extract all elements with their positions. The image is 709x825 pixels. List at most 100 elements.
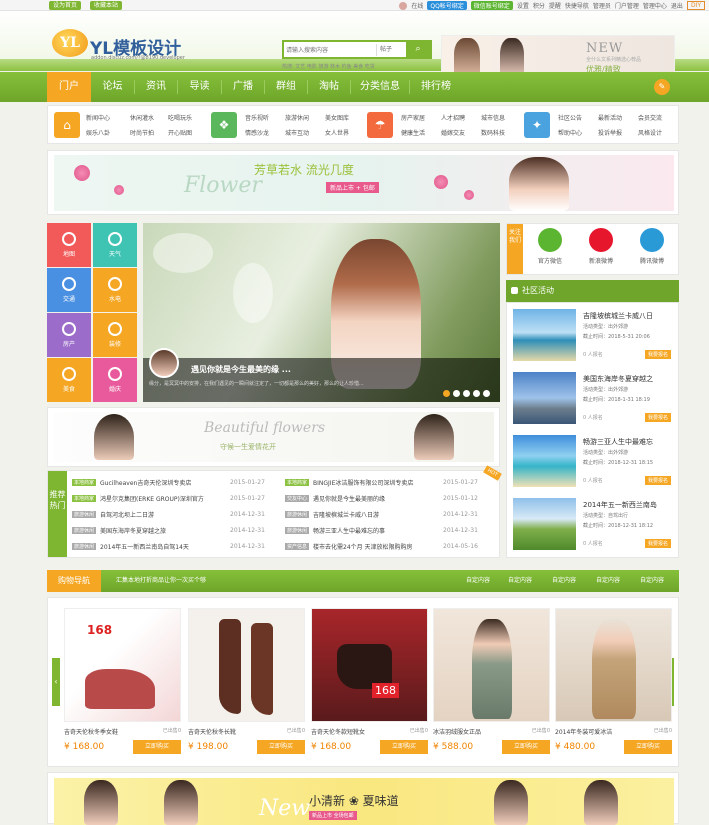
home-icon[interactable]: ⌂ bbox=[54, 112, 80, 138]
wechat-bind-button[interactable]: 微信账号绑定 bbox=[470, 1, 513, 10]
qq-bind-button[interactable]: QQ帐号绑定 bbox=[427, 1, 467, 10]
register-button[interactable]: 我要报名 bbox=[645, 413, 672, 422]
news-title[interactable]: Gucilheaven吉奇天伦深圳专卖店 bbox=[100, 478, 225, 487]
nav-item-rankings[interactable]: 排行榜 bbox=[410, 72, 462, 102]
category-link[interactable]: 最新活动 bbox=[598, 113, 622, 122]
category-link[interactable]: 美女图库 bbox=[325, 113, 349, 122]
news-title[interactable]: 2014年五一新西兰南岛自驾14天 bbox=[100, 542, 225, 551]
edit-icon[interactable]: ✎ bbox=[654, 79, 670, 95]
buy-now-button[interactable]: 立即购买 bbox=[257, 740, 305, 754]
category-link[interactable]: 新闻中心 bbox=[86, 113, 110, 122]
activity-photo[interactable] bbox=[513, 309, 576, 361]
featured-slider[interactable]: 遇见你就是今生最美的缘 ... 缘分，是冥冥中的安排，在我们遇见的一瞬间就注定了… bbox=[143, 223, 500, 402]
news-category[interactable]: 旅游休闲 bbox=[72, 542, 97, 550]
slider-dot[interactable] bbox=[473, 390, 480, 397]
search-input[interactable] bbox=[286, 44, 371, 56]
category-link[interactable]: 休闲灌水 bbox=[130, 113, 154, 122]
news-category[interactable]: 本地商家 bbox=[72, 478, 97, 486]
slider-dot[interactable] bbox=[483, 390, 490, 397]
tile-utilities[interactable]: 水电 bbox=[93, 268, 137, 312]
category-link[interactable]: 健康生活 bbox=[401, 128, 425, 137]
hot-search-words[interactable]: 热搜: 文艺 电影 旅游 林木 钓鱼 美食 吃货 bbox=[282, 63, 375, 70]
news-row[interactable]: 本地商家 BINGJIE冰洁服饰有限公司深圳专卖店 2015-01-27 bbox=[285, 475, 478, 489]
news-row[interactable]: 旅游休闲 美国东海岸冬夏穿越之旅 2014-12-31 bbox=[72, 523, 265, 537]
category-link[interactable]: 投诉举报 bbox=[598, 128, 622, 137]
nav-item-guide[interactable]: 导读 bbox=[178, 72, 221, 102]
register-button[interactable]: 我要报名 bbox=[645, 476, 672, 485]
activity-item[interactable]: 2014年五一新西兰南岛 活动类型：自驾出行 截止时间：2018-12-31 1… bbox=[513, 498, 673, 558]
news-title[interactable]: 遇见你就是今生最美丽的缘 bbox=[313, 494, 438, 503]
activity-title[interactable]: 美国东海岸冬夏穿越之 bbox=[583, 374, 653, 384]
custom-link[interactable]: 自定内容 bbox=[596, 570, 620, 592]
category-link[interactable]: 情感沙龙 bbox=[245, 128, 269, 137]
activity-title[interactable]: 畅游三亚人生中最难忘 bbox=[583, 437, 653, 447]
news-row[interactable]: 旅游休闲 2014年五一新西兰南岛自驾14天 2014-12-31 bbox=[72, 539, 265, 553]
buy-now-button[interactable]: 立即购买 bbox=[133, 740, 181, 754]
news-row[interactable]: 旅游休闲 自驾河北坝上二日游 2014-12-31 bbox=[72, 507, 265, 521]
product-image[interactable]: 168 bbox=[311, 608, 428, 722]
activity-item[interactable]: 吉隆坡槟城兰卡威八日 活动类型：出外郊游 截止时间：2018-5-31 20:0… bbox=[513, 309, 673, 369]
news-row[interactable]: 旅游休闲 吉隆坡槟城兰卡威八日游 2014-12-31 bbox=[285, 507, 478, 521]
product-card[interactable]: 168 吉奇天伦秋冬季女鞋 已出售0 ¥ 168.00 立即购买 bbox=[64, 608, 181, 758]
activity-item[interactable]: 畅游三亚人生中最难忘 活动类型：出外郊游 截止时间：2018-12-31 18:… bbox=[513, 435, 673, 495]
product-image[interactable] bbox=[188, 608, 305, 722]
category-link[interactable]: 娱乐八卦 bbox=[86, 128, 110, 137]
news-row[interactable]: 本地商家 鸿星尔克集团(ERKE GROUP)深圳官方 2015-01-27 bbox=[72, 491, 265, 505]
product-image[interactable] bbox=[433, 608, 550, 722]
tile-wedding[interactable]: 婚庆 bbox=[93, 358, 137, 402]
buy-now-button[interactable]: 立即购买 bbox=[380, 740, 428, 754]
toolbar-link-admin-center[interactable]: 管理中心 bbox=[643, 1, 667, 10]
nav-item-classifieds[interactable]: 分类信息 bbox=[351, 72, 409, 102]
megaphone-icon[interactable]: ✦ bbox=[524, 112, 550, 138]
category-link[interactable]: 人才招聘 bbox=[441, 113, 465, 122]
user-status[interactable]: 在线 bbox=[411, 1, 423, 10]
news-title[interactable]: BINGJIE冰洁服饰有限公司深圳专卖店 bbox=[313, 478, 438, 487]
news-row[interactable]: 资产信息 楼市去化需24个月 天津放松限购购房 2014-05-16 bbox=[285, 539, 478, 553]
category-link[interactable]: 时尚节拍 bbox=[130, 128, 154, 137]
nav-item-broadcast[interactable]: 广播 bbox=[222, 72, 264, 102]
news-title[interactable]: 吉隆坡槟城兰卡威八日游 bbox=[313, 510, 438, 519]
product-name[interactable]: 冰洁羽绒服女正品 bbox=[433, 727, 513, 736]
logo-icon[interactable]: YL bbox=[52, 29, 88, 57]
custom-link[interactable]: 自定内容 bbox=[466, 570, 490, 592]
category-link[interactable]: 吃喝玩乐 bbox=[168, 113, 192, 122]
activity-photo[interactable] bbox=[513, 498, 576, 550]
product-card[interactable]: 2014年冬装可爱冰洁 已出售0 ¥ 480.00 立即购买 bbox=[555, 608, 672, 758]
user-avatar[interactable] bbox=[399, 1, 408, 10]
news-category[interactable]: 交友中心 bbox=[285, 494, 310, 502]
follow-wechat[interactable]: 官方微信 bbox=[527, 228, 573, 265]
product-name[interactable]: 2014年冬装可爱冰洁 bbox=[555, 727, 635, 736]
slider-caption-title[interactable]: 遇见你就是今生最美的缘 ... bbox=[191, 364, 291, 375]
news-title[interactable]: 楼市去化需24个月 天津放松限购购房 bbox=[313, 542, 438, 551]
news-category[interactable]: 旅游休闲 bbox=[285, 526, 310, 534]
toolbar-link-logout[interactable]: 退出 bbox=[671, 1, 683, 10]
toolbar-link-quicknav[interactable]: 快捷导航 bbox=[565, 1, 589, 10]
follow-weibo[interactable]: 新浪微博 bbox=[578, 228, 624, 265]
news-title[interactable]: 畅游三亚人生中最难忘的事 bbox=[313, 526, 438, 535]
category-link[interactable]: 城市信息 bbox=[481, 113, 505, 122]
tile-food[interactable]: 美食 bbox=[47, 358, 91, 402]
category-link[interactable]: 开心贴图 bbox=[168, 128, 192, 137]
bookmark-button[interactable]: 收藏本站 bbox=[90, 1, 123, 10]
tile-housing[interactable]: 房产 bbox=[47, 313, 91, 357]
slider-dot[interactable] bbox=[443, 390, 450, 397]
activity-photo[interactable] bbox=[513, 372, 576, 424]
category-link[interactable]: 旅游休闲 bbox=[285, 113, 309, 122]
news-category[interactable]: 旅游休闲 bbox=[72, 510, 97, 518]
category-link[interactable]: 数码科技 bbox=[481, 128, 505, 137]
toolbar-link-portal-admin[interactable]: 门户管理 bbox=[615, 1, 639, 10]
nav-item-collections[interactable]: 淘帖 bbox=[308, 72, 350, 102]
diy-button[interactable]: DIY bbox=[686, 1, 705, 10]
activity-title[interactable]: 吉隆坡槟城兰卡威八日 bbox=[583, 311, 653, 321]
category-link[interactable]: 风格设计 bbox=[638, 128, 662, 137]
flower-ad-banner[interactable]: Flower 芳草若水 流光几度 新品上市 + 包邮 bbox=[47, 150, 679, 215]
slider-dot[interactable] bbox=[453, 390, 460, 397]
news-category[interactable]: 本地商家 bbox=[72, 494, 97, 502]
category-link[interactable]: 婚嫁交友 bbox=[441, 128, 465, 137]
category-link[interactable]: 房产家居 bbox=[401, 113, 425, 122]
category-link[interactable]: 社区公告 bbox=[558, 113, 582, 122]
product-card[interactable]: 吉奇天伦秋冬长靴 已出售0 ¥ 198.00 立即购买 bbox=[188, 608, 305, 758]
product-image[interactable] bbox=[555, 608, 672, 722]
toolbar-link-reminders[interactable]: 提醒 bbox=[549, 1, 561, 10]
news-category[interactable]: 旅游休闲 bbox=[72, 526, 97, 534]
